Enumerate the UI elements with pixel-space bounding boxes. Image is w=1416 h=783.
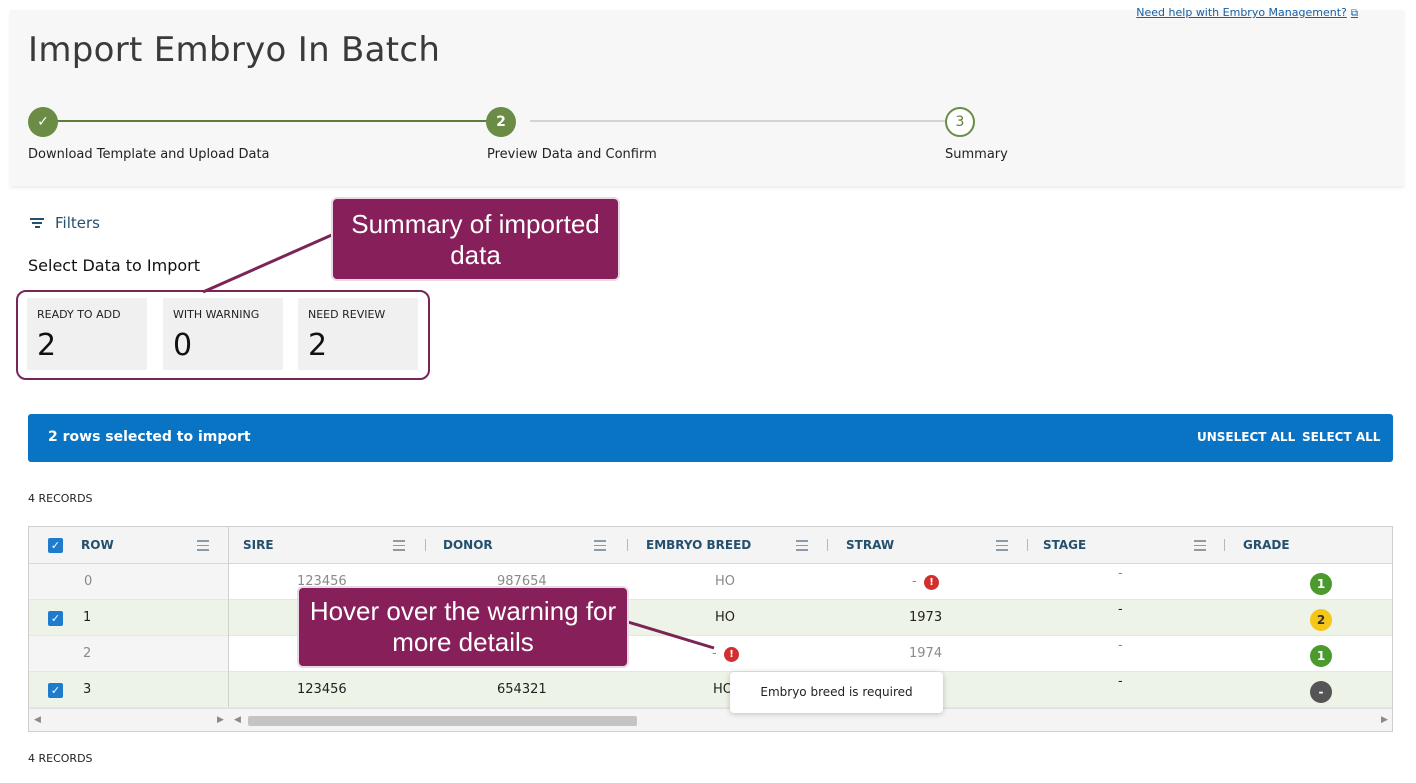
stat-value: 0 [173, 328, 193, 363]
horizontal-scrollbar[interactable]: ◀ ▶ ◀ ▶ [29, 708, 1392, 731]
stat-card-ready[interactable]: READY TO ADD 2 [27, 298, 147, 370]
cell-stage: - [1118, 674, 1123, 689]
step-2-label: Preview Data and Confirm [487, 147, 657, 162]
selection-count-text: 2 rows selected to import [48, 429, 251, 445]
grid-header: ✓ ROW SIRE DONOR EMBRYO BREED STRAW STAG… [29, 527, 1392, 564]
column-menu-icon[interactable] [1194, 537, 1206, 554]
external-link-icon: ⧉ [1350, 8, 1358, 19]
column-separator[interactable] [1224, 539, 1225, 551]
column-separator[interactable] [1027, 539, 1028, 551]
filter-icon [30, 216, 44, 230]
table-row[interactable]: ✓ 3 123456 654321 HO - - [29, 672, 1392, 708]
help-link[interactable]: Need help with Embryo Management? ⧉ [1136, 6, 1358, 19]
grade-badge: 1 [1310, 645, 1332, 667]
cell-embryo-breed: - [712, 646, 717, 661]
stepper-line-pending [530, 120, 960, 122]
records-count-top: 4 RECORDS [28, 492, 93, 505]
column-header-grade[interactable]: GRADE [1243, 538, 1290, 552]
step-1-check-icon: ✓ [28, 107, 58, 137]
column-separator[interactable] [425, 539, 426, 551]
cell-stage: - [1118, 602, 1123, 617]
section-title: Select Data to Import [28, 256, 200, 275]
grade-badge: - [1310, 681, 1332, 703]
stat-value: 2 [308, 328, 328, 363]
warning-tooltip: Embryo breed is required [730, 672, 943, 713]
table-row[interactable]: 0 123456 987654 HO - ! - 1 [29, 564, 1392, 600]
stat-label: WITH WARNING [173, 308, 260, 321]
pinned-cell [29, 636, 228, 671]
row-checkbox[interactable]: ✓ [48, 683, 63, 698]
column-menu-icon[interactable] [594, 537, 606, 554]
callout-summary: Summary of imported data [331, 197, 620, 281]
table-row[interactable]: ✓ 1 HO 1973 - 2 [29, 600, 1392, 636]
column-menu-icon[interactable] [996, 537, 1008, 554]
summary-highlight: READY TO ADD 2 WITH WARNING 0 NEED REVIE… [16, 290, 430, 380]
step-2-marker: 2 [486, 107, 516, 137]
page: Need help with Embryo Management? ⧉ Impor… [0, 0, 1416, 783]
cell-straw: 1974 [909, 646, 943, 661]
column-menu-icon[interactable] [197, 537, 209, 554]
select-all-button[interactable]: SELECT ALL [1302, 430, 1380, 444]
stepper-line-completed [56, 120, 502, 122]
records-count-bottom: 4 RECORDS [28, 752, 93, 765]
cell-embryo-breed: HO [715, 574, 736, 589]
step-1-label: Download Template and Upload Data [28, 147, 270, 162]
filters-button[interactable]: Filters [30, 214, 100, 232]
scroll-right-icon[interactable]: ▶ [1381, 715, 1388, 725]
cell-row: 3 [83, 682, 92, 697]
step-3-marker: 3 [945, 107, 975, 137]
callout-pointer-summary [202, 232, 335, 294]
column-separator[interactable] [827, 539, 828, 551]
cell-row: 1 [83, 610, 92, 625]
scrollbar-thumb[interactable] [248, 716, 637, 726]
header-panel: Need help with Embryo Management? ⧉ Impor… [10, 6, 1404, 186]
column-header-row[interactable]: ROW [81, 538, 114, 552]
stepper: ✓ 2 3 Download Template and Upload Data … [28, 107, 1028, 177]
stat-value: 2 [37, 328, 57, 363]
column-header-donor[interactable]: DONOR [443, 538, 493, 552]
cell-embryo-breed: HO [715, 610, 736, 625]
scroll-left-icon[interactable]: ◀ [234, 715, 241, 725]
stat-card-review[interactable]: NEED REVIEW 2 [298, 298, 418, 370]
row-checkbox[interactable]: ✓ [48, 611, 63, 626]
warning-icon[interactable]: ! [924, 575, 939, 590]
pinned-cell [29, 564, 228, 599]
warning-icon[interactable]: ! [724, 647, 739, 662]
column-menu-icon[interactable] [796, 537, 808, 554]
cell-straw: 1973 [909, 610, 943, 625]
cell-stage: - [1118, 566, 1123, 581]
cell-stage: - [1118, 638, 1123, 653]
column-separator[interactable] [627, 539, 628, 551]
cell-row: 2 [83, 646, 92, 661]
import-grid: ✓ ROW SIRE DONOR EMBRYO BREED STRAW STAG… [28, 526, 1393, 732]
grade-badge: 1 [1310, 573, 1332, 595]
unselect-all-button[interactable]: UNSELECT ALL [1197, 430, 1295, 444]
column-header-stage[interactable]: STAGE [1043, 538, 1086, 552]
stat-card-warning[interactable]: WITH WARNING 0 [163, 298, 283, 370]
filters-label: Filters [55, 214, 100, 232]
select-all-checkbox[interactable]: ✓ [48, 538, 63, 553]
pinned-column-divider [228, 527, 229, 707]
cell-straw: - [912, 574, 917, 589]
cell-donor: 654321 [497, 682, 547, 697]
page-title: Import Embryo In Batch [28, 30, 441, 70]
column-menu-icon[interactable] [393, 537, 405, 554]
column-header-sire[interactable]: SIRE [243, 538, 274, 552]
column-header-embryo-breed[interactable]: EMBRYO BREED [646, 538, 751, 552]
cell-sire: 123456 [297, 682, 347, 697]
cell-row: 0 [84, 574, 93, 589]
scroll-left-icon[interactable]: ◀ [34, 715, 41, 725]
step-3-label: Summary [945, 147, 1008, 162]
column-header-straw[interactable]: STRAW [846, 538, 894, 552]
table-row[interactable]: 2 - ! 1974 - 1 [29, 636, 1392, 672]
scroll-right-icon[interactable]: ▶ [217, 715, 224, 725]
callout-hover-warning: Hover over the warning for more details [297, 586, 629, 668]
stat-label: READY TO ADD [37, 308, 121, 321]
selection-bar: 2 rows selected to import UNSELECT ALL S… [28, 414, 1393, 462]
stat-label: NEED REVIEW [308, 308, 386, 321]
grade-badge: 2 [1310, 609, 1332, 631]
